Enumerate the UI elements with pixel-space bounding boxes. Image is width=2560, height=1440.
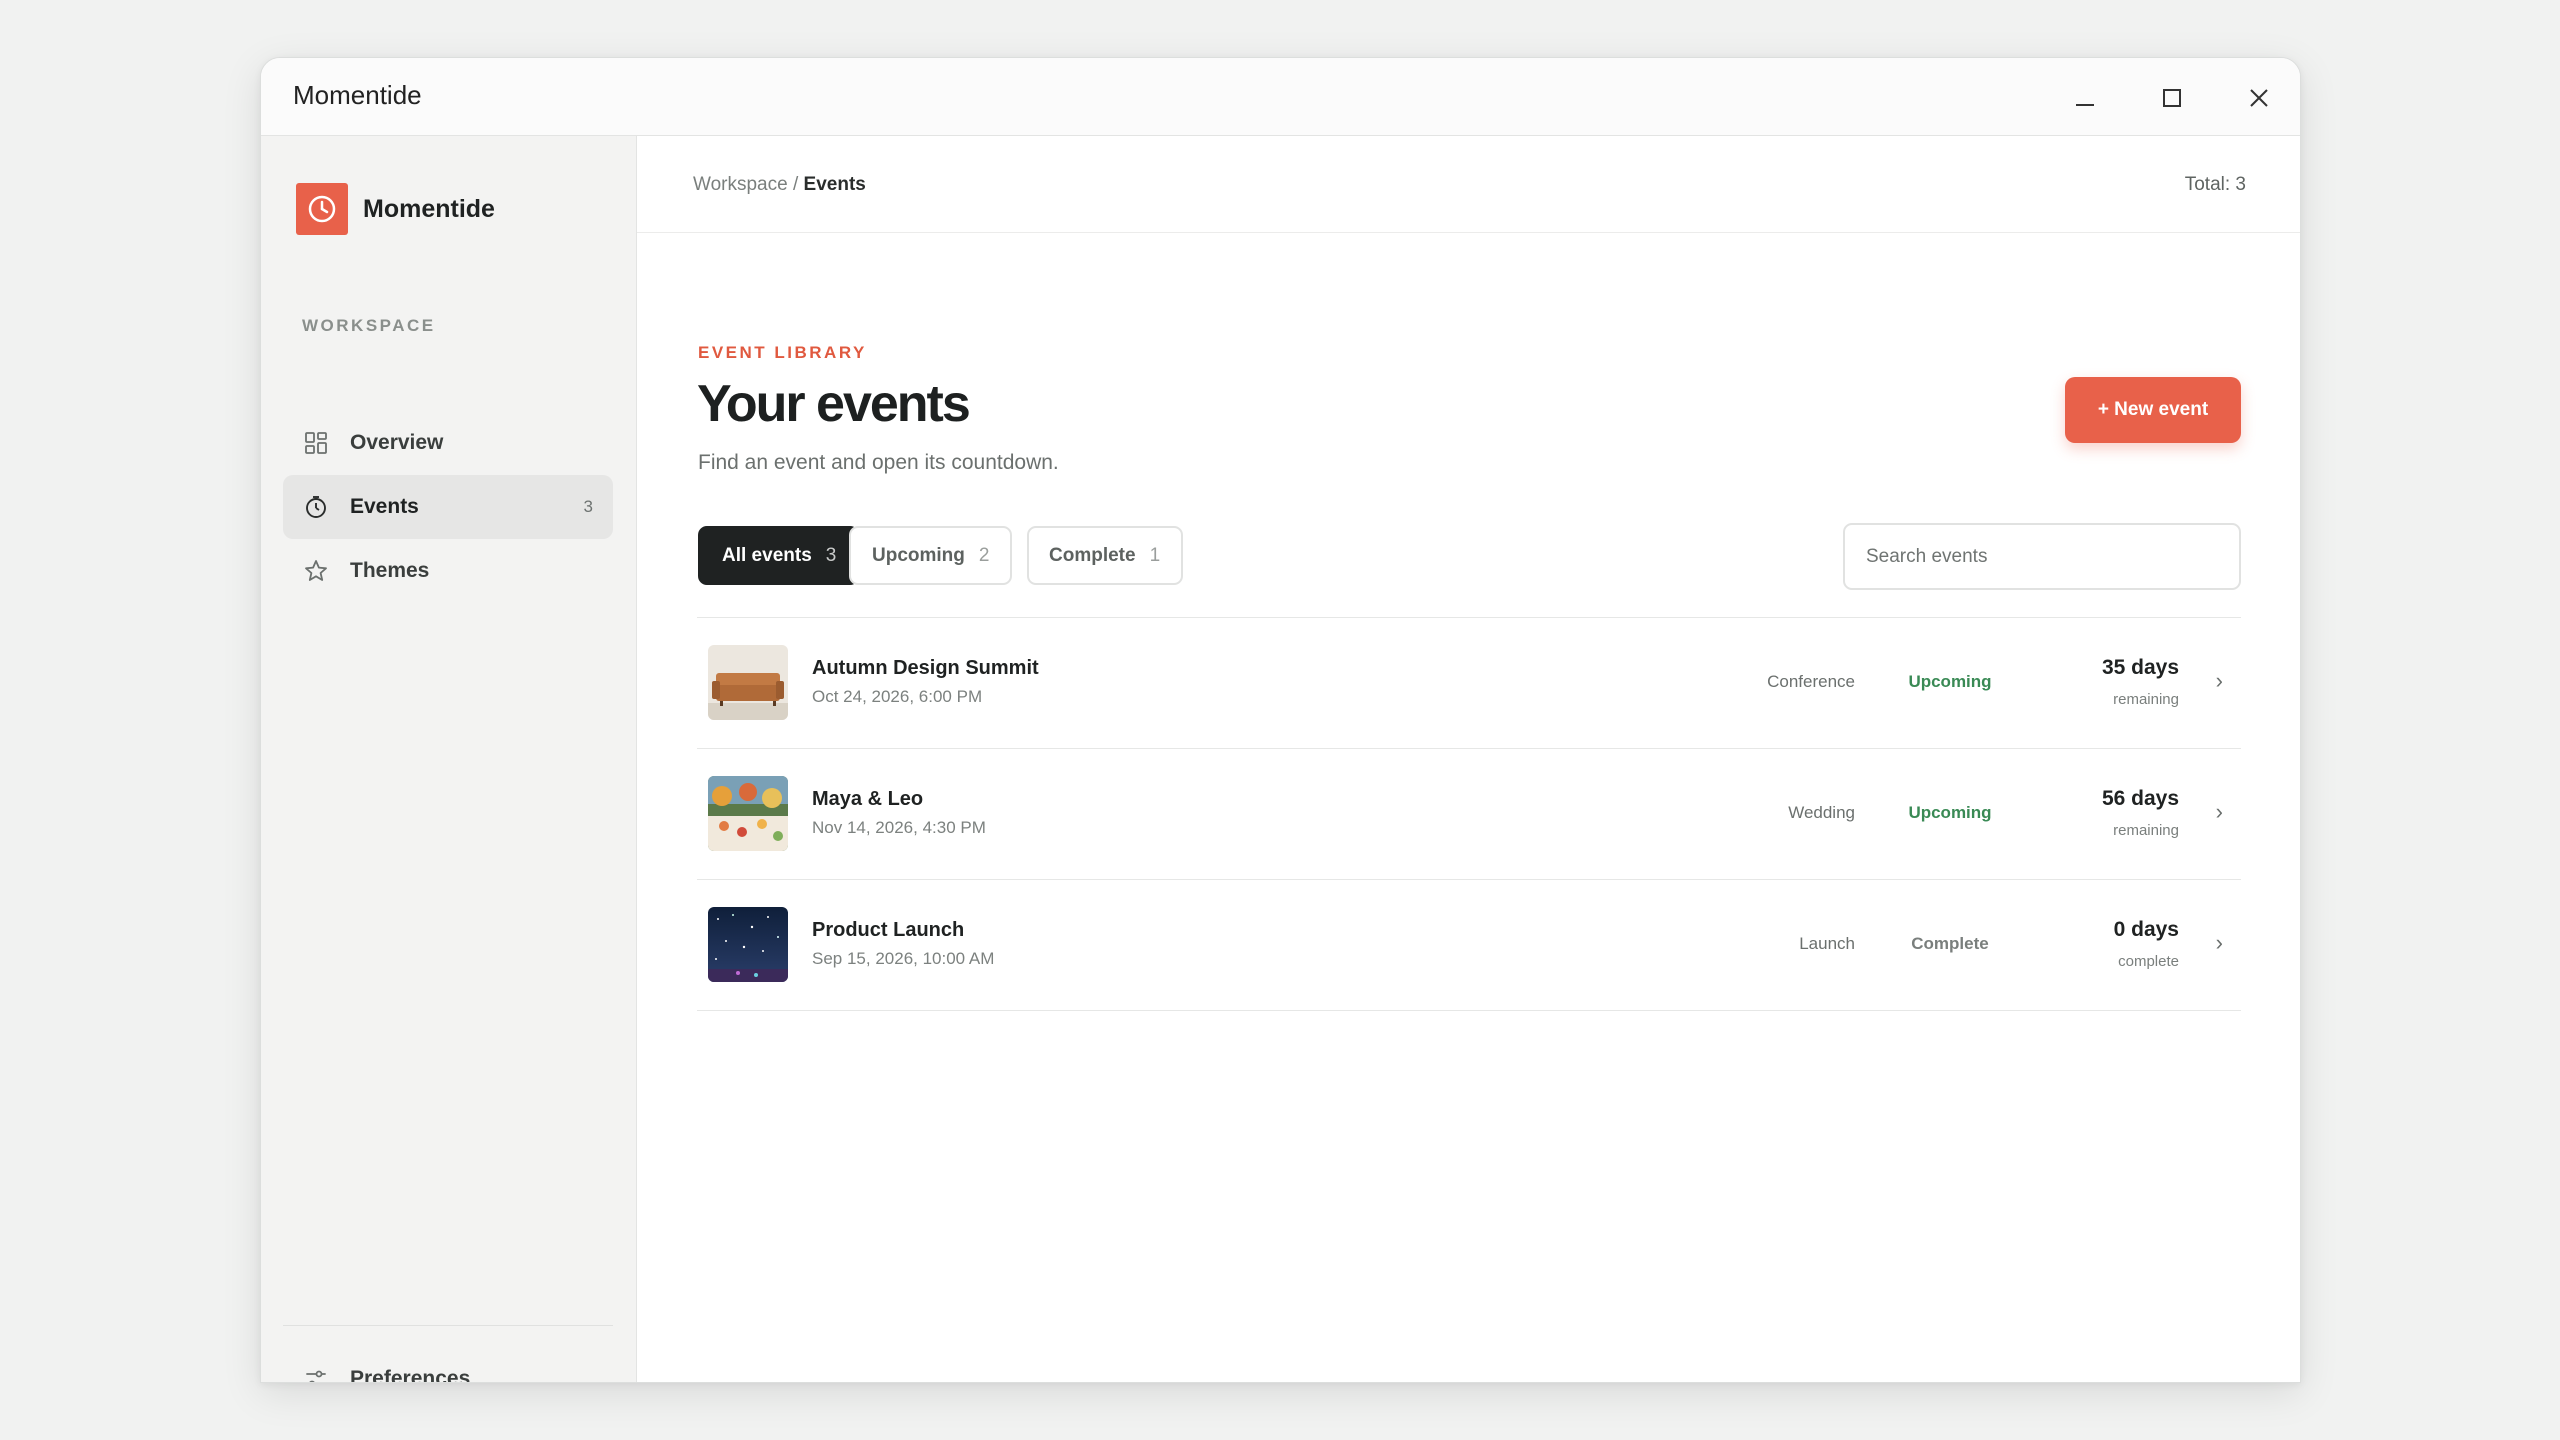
brand-name: Momentide [363,194,495,223]
section-label: WORKSPACE [302,316,436,335]
event-category: Launch [1799,934,1855,953]
chevron-right-icon: › [2215,930,2223,955]
clock-icon [303,494,329,520]
main-content: Workspace / Events Total: 3 EVENT LIBRAR… [637,136,2300,1382]
star-icon [303,558,329,584]
breadcrumb: Workspace / Events [693,174,866,196]
days-caption: remaining [2113,691,2179,708]
event-name: Maya & Leo [812,788,924,810]
status-badge: Complete [1911,934,1989,953]
top-bar: Workspace / Events Total: 3 [637,136,2300,233]
close-icon [2250,89,2268,107]
event-thumbnail [708,645,788,720]
total-count: Total: 3 [2184,174,2246,195]
sidebar-item-label: Themes [350,559,430,582]
page-title: Your events [697,375,971,433]
event-list: Autumn Design Summit Oct 24, 2026, 6:00 … [697,617,2241,1011]
sliders-icon [303,1366,329,1382]
chevron-right-icon: › [2215,668,2223,693]
event-category: Wedding [1788,803,1855,822]
event-row[interactable]: Autumn Design Summit Oct 24, 2026, 6:00 … [697,618,2241,749]
event-name: Autumn Design Summit [812,657,1039,679]
tab-count: 3 [825,544,837,566]
sidebar-item-preferences[interactable]: Preferences [283,1347,613,1383]
days-count: 56 days [2101,787,2179,810]
sidebar-item-label: Overview [350,431,444,454]
minimize-button[interactable] [2065,78,2105,118]
tab-label: All events [722,544,812,566]
sidebar-item-themes[interactable]: Themes [283,539,613,603]
tab-label: Upcoming [872,544,965,566]
grid-icon [303,430,329,456]
event-row[interactable]: Product Launch Sep 15, 2026, 10:00 AM La… [697,880,2241,1011]
event-category: Conference [1767,672,1855,691]
sidebar-item-count: 3 [583,497,593,516]
event-name: Product Launch [812,919,965,941]
minimize-icon [2076,104,2094,106]
tab-label: Complete [1049,544,1136,566]
tab-all-events[interactable]: All events 3 [698,526,859,585]
sidebar: Momentide WORKSPACE Overview Events 3 Th… [261,136,637,1383]
status-badge: Upcoming [1908,803,1992,822]
days-caption: complete [2118,953,2179,970]
sidebar-item-overview[interactable]: Overview [283,411,613,475]
chevron-right-icon: › [2215,799,2223,824]
maximize-icon [2163,89,2181,107]
days-count: 35 days [2101,656,2179,679]
tab-upcoming[interactable]: Upcoming 2 [849,526,1012,585]
clock-logo-icon [296,183,348,235]
breadcrumb-current: Events [803,174,866,195]
event-thumbnail [708,907,788,982]
days-caption: remaining [2113,822,2179,839]
event-date: Nov 14, 2026, 4:30 PM [812,818,986,837]
breadcrumb-root[interactable]: Workspace [693,174,788,195]
event-date: Sep 15, 2026, 10:00 AM [812,949,995,968]
status-badge: Upcoming [1908,672,1992,691]
page-subtitle: Find an event and open its countdown. [698,451,1059,474]
search-input[interactable] [1843,523,2241,590]
sidebar-item-events[interactable]: Events 3 [283,475,613,539]
eyebrow-label: EVENT LIBRARY [698,343,867,362]
tab-count: 1 [1149,544,1161,566]
window-title: Momentide [293,80,422,110]
days-count: 0 days [2113,918,2179,941]
close-button[interactable] [2239,78,2279,118]
tab-complete[interactable]: Complete 1 [1027,526,1183,585]
brand[interactable]: Momentide [296,183,495,235]
app-window: Momentide Momentide WORKSPACE Overview E… [260,57,2301,1383]
event-row[interactable]: Maya & Leo Nov 14, 2026, 4:30 PM Wedding… [697,749,2241,880]
tab-count: 2 [978,544,990,566]
maximize-button[interactable] [2152,78,2192,118]
sidebar-divider [283,1325,613,1326]
sidebar-item-label: Preferences [350,1367,471,1383]
title-bar: Momentide [261,58,2300,136]
event-thumbnail [708,776,788,851]
breadcrumb-separator: / [787,174,804,195]
new-event-button[interactable]: + New event [2065,377,2241,443]
event-date: Oct 24, 2026, 6:00 PM [812,687,983,706]
sidebar-item-label: Events [350,495,419,518]
